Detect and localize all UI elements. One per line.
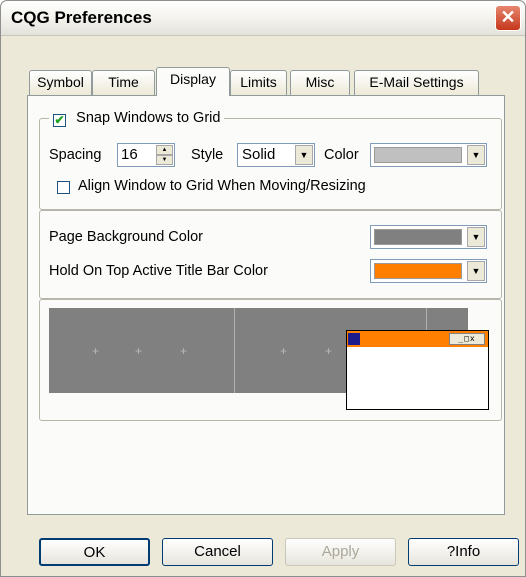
apply-button[interactable]: Apply <box>285 538 396 566</box>
preview-window: _□x <box>346 330 489 410</box>
spin-down-icon[interactable]: ▼ <box>156 155 173 165</box>
tab-symbol[interactable]: Symbol <box>29 70 92 95</box>
chevron-down-icon[interactable]: ▼ <box>295 145 313 165</box>
page-bg-color-select[interactable]: ▼ <box>370 225 487 249</box>
snap-row: ✔ Snap Windows to Grid <box>49 109 225 127</box>
spin-up-icon[interactable]: ▲ <box>156 145 173 155</box>
tab-time[interactable]: Time <box>92 70 155 95</box>
style-label: Style <box>191 147 224 163</box>
page-bg-swatch <box>374 229 462 245</box>
grid-color-swatch <box>374 147 462 163</box>
window-title: CQG Preferences <box>11 8 152 27</box>
grid-line <box>426 308 427 330</box>
hold-on-top-color-select[interactable]: ▼ <box>370 259 487 283</box>
preferences-dialog: CQG Preferences ✕ Symbol Time Display Li… <box>0 0 526 577</box>
style-value: Solid <box>242 146 276 163</box>
window-controls-icon: _□x <box>449 333 485 345</box>
colors-group <box>39 210 502 299</box>
spacing-value: 16 <box>121 146 138 163</box>
info-button[interactable]: ?Info <box>408 538 519 566</box>
style-select[interactable]: Solid ▼ <box>237 143 315 167</box>
grid-line <box>234 308 235 393</box>
title-bar[interactable]: CQG Preferences ✕ <box>1 1 525 36</box>
color-label: Color <box>324 147 359 163</box>
cancel-button[interactable]: Cancel <box>162 538 273 566</box>
tab-misc[interactable]: Misc <box>290 70 350 95</box>
align-label: Align Window to Grid When Moving/Resizin… <box>78 178 366 194</box>
grid-dot: + <box>92 344 100 358</box>
snap-label: Snap Windows to Grid <box>76 110 221 126</box>
tab-limits[interactable]: Limits <box>230 70 287 95</box>
spacing-label: Spacing <box>49 147 102 163</box>
chevron-down-icon[interactable]: ▼ <box>467 227 485 247</box>
spacing-input[interactable]: 16 ▲ ▼ <box>117 143 175 167</box>
chevron-down-icon[interactable]: ▼ <box>467 261 485 281</box>
app-icon <box>348 333 360 345</box>
close-icon[interactable]: ✕ <box>495 5 521 31</box>
hold-on-top-swatch <box>374 263 462 279</box>
grid-dot: + <box>325 344 333 358</box>
snap-checkbox[interactable]: ✔ <box>53 114 66 127</box>
chevron-down-icon[interactable]: ▼ <box>467 145 485 165</box>
tab-display[interactable]: Display <box>156 67 230 96</box>
grid-color-select[interactable]: ▼ <box>370 143 487 167</box>
align-checkbox[interactable] <box>57 181 70 194</box>
hold-on-top-label: Hold On Top Active Title Bar Color <box>49 263 268 279</box>
grid-dot: + <box>280 344 288 358</box>
preview-window-title-bar: _□x <box>347 331 488 347</box>
tab-email-settings[interactable]: E-Mail Settings <box>354 70 479 95</box>
grid-dot: + <box>180 344 188 358</box>
ok-button[interactable]: OK <box>39 538 150 566</box>
page-bg-label: Page Background Color <box>49 229 203 245</box>
grid-dot: + <box>135 344 143 358</box>
